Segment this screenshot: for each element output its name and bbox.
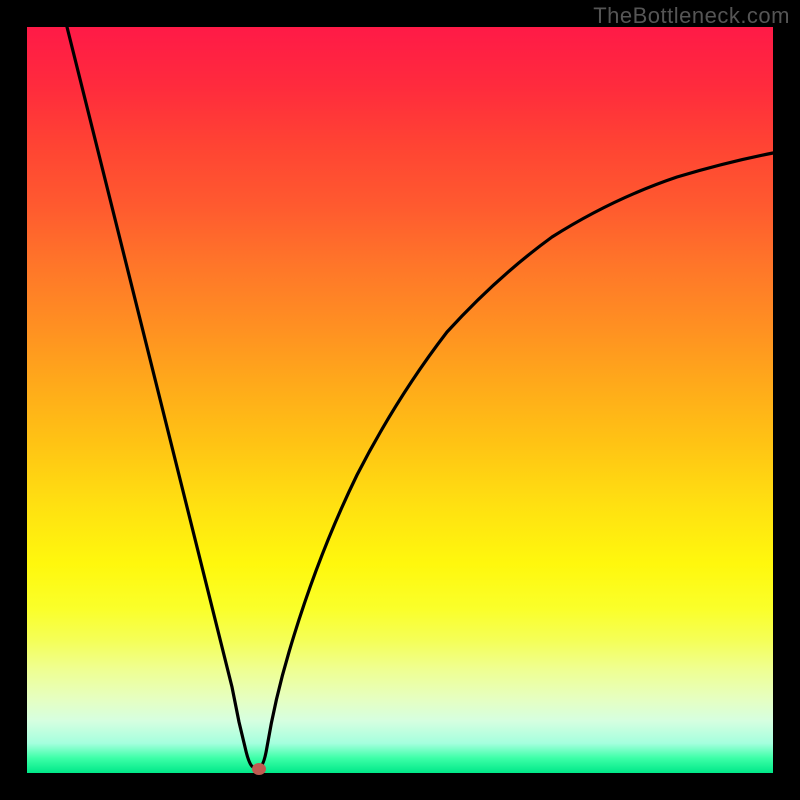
curve-path <box>67 27 773 767</box>
chart-frame: TheBottleneck.com <box>0 0 800 800</box>
watermark-text: TheBottleneck.com <box>593 3 790 29</box>
minimum-point-dot <box>252 763 266 775</box>
bottleneck-curve <box>27 27 773 773</box>
plot-area <box>27 27 773 773</box>
